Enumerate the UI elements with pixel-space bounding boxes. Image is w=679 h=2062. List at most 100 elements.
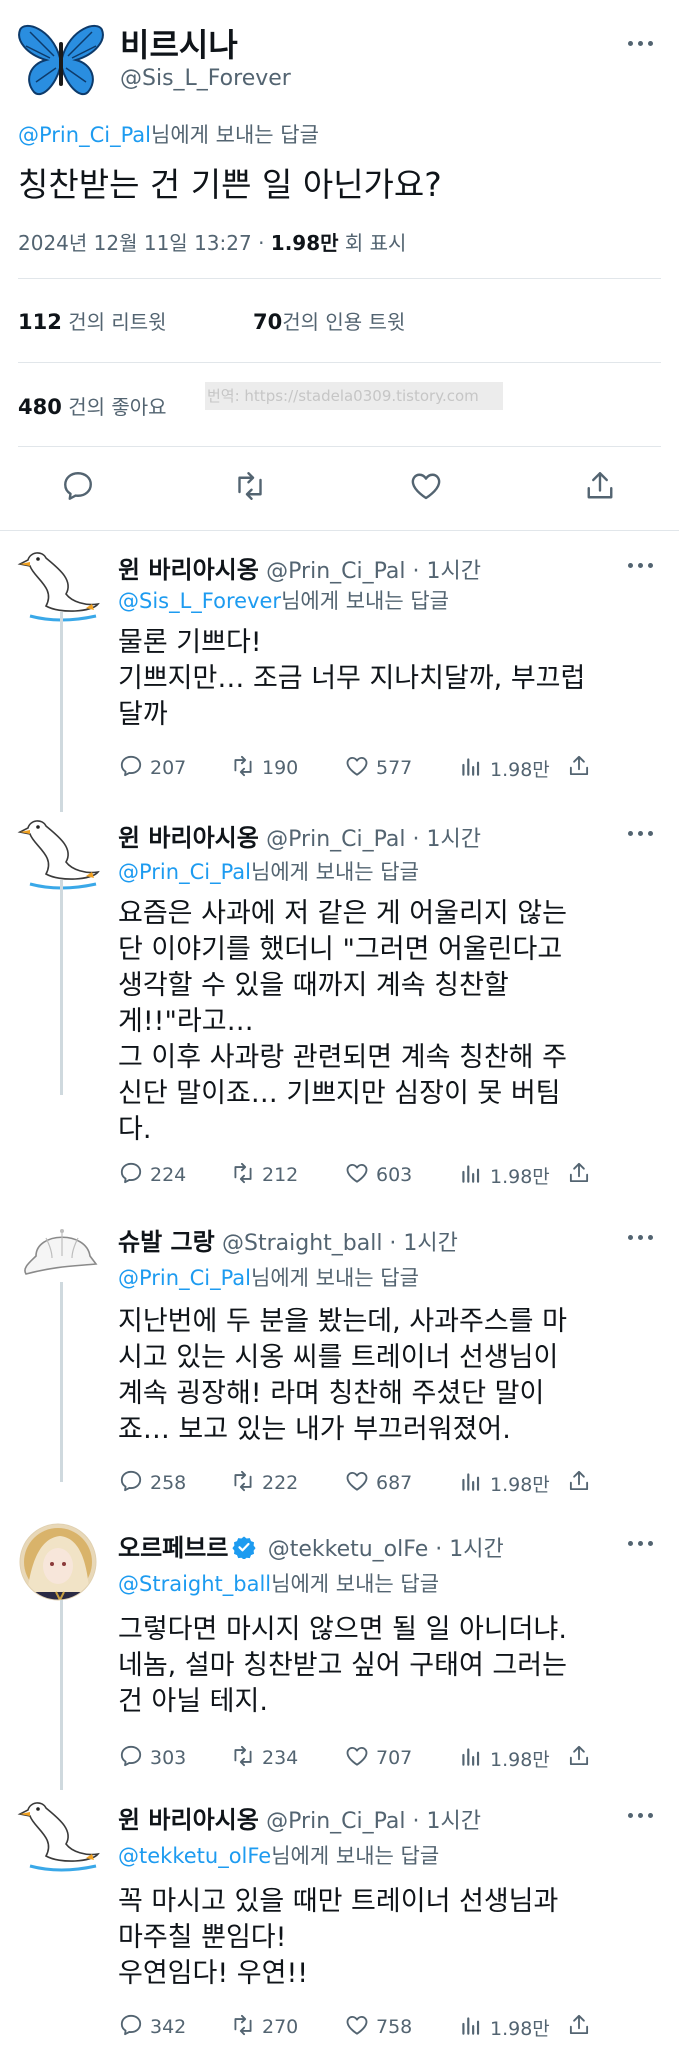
views-count: 1.98만	[490, 758, 550, 781]
retweet-icon	[230, 1160, 256, 1191]
share-button[interactable]	[566, 1160, 592, 1190]
views-button[interactable]: 1.98만	[458, 1160, 550, 1190]
retweets-count: 112	[18, 310, 62, 334]
views-icon	[458, 1468, 484, 1499]
reply-to-handle[interactable]: @Straight_ball	[118, 1572, 271, 1596]
reply-author-handle[interactable]: @tekketu_olFe	[268, 1537, 429, 1562]
share-icon	[566, 1160, 592, 1191]
heart-icon	[344, 1160, 370, 1191]
like-button[interactable]: 577	[344, 753, 412, 783]
likes-stat[interactable]: 480 건의 좋아요	[18, 391, 167, 420]
reply-header: 윈 바리아시옹 @Prin_Ci_Pal · 1시간	[118, 818, 481, 853]
reply-header: 오르페브르 @tekketu_olFe · 1시간	[118, 1528, 504, 1565]
reply-button[interactable]: 303	[118, 1743, 186, 1773]
like-button[interactable]: 707	[344, 1743, 412, 1773]
views-count: 1.98만	[490, 1748, 550, 1771]
reply-to-suffix: 님에게 보내는 답글	[151, 123, 319, 147]
retweet-button[interactable]: 190	[230, 753, 298, 783]
reply-to-handle[interactable]: @tekketu_olFe	[118, 1844, 271, 1868]
reply-text: 그렇다면 마시지 않으면 될 일 아니더냐. 네놈, 설마 칭찬받고 싶어 구태…	[118, 1614, 567, 1717]
views-count: 1.98만	[490, 1165, 550, 1188]
retweet-icon	[230, 753, 256, 784]
like-button[interactable]: 758	[344, 2012, 412, 2042]
more-icon[interactable]	[628, 1232, 654, 1242]
reply-author-handle[interactable]: @Prin_Ci_Pal	[266, 1809, 405, 1834]
reply-button[interactable]: 258	[118, 1468, 186, 1498]
reply-header: 슈발 그랑 @Straight_ball · 1시간	[118, 1222, 458, 1257]
retweet-icon[interactable]	[232, 468, 268, 504]
reply-to-handle[interactable]: @Prin_Ci_Pal	[118, 1266, 251, 1290]
more-icon[interactable]	[628, 1810, 654, 1820]
reply-button[interactable]: 207	[118, 753, 186, 783]
reply-time[interactable]: · 1시간	[405, 559, 480, 584]
reply-time[interactable]: · 1시간	[382, 1231, 457, 1256]
reply-count: 303	[150, 1747, 187, 1769]
views-button[interactable]: 1.98만	[458, 2012, 550, 2042]
reply-author-handle[interactable]: @Prin_Ci_Pal	[266, 559, 405, 584]
heart-icon	[344, 2012, 370, 2043]
reply-author-name[interactable]: 윈 바리아시옹	[118, 556, 259, 584]
retweet-button[interactable]: 212	[230, 1160, 298, 1190]
share-icon	[566, 753, 592, 784]
author-handle[interactable]: @Sis_L_Forever	[120, 66, 291, 91]
share-button[interactable]	[566, 2012, 592, 2042]
more-icon[interactable]	[628, 38, 654, 48]
reply-to-line: @Straight_ball님에게 보내는 답글	[118, 1568, 439, 1598]
like-button[interactable]: 603	[344, 1160, 412, 1190]
author-name[interactable]: 비르시나	[120, 20, 238, 66]
thread-line	[60, 880, 63, 1095]
heart-icon[interactable]	[408, 468, 444, 504]
reply-icon[interactable]	[60, 468, 96, 504]
reply-to-handle[interactable]: @Prin_Ci_Pal	[118, 860, 251, 884]
views-button[interactable]: 1.98만	[458, 753, 550, 783]
reply-count: 207	[150, 757, 187, 779]
reply-to-line: @Prin_Ci_Pal님에게 보내는 답글	[18, 119, 319, 149]
retweet-button[interactable]: 222	[230, 1468, 298, 1498]
reply-time[interactable]: · 1시간	[428, 1537, 503, 1562]
more-icon[interactable]	[628, 560, 654, 570]
retweets-label: 건의 리트윗	[61, 310, 167, 334]
more-icon[interactable]	[628, 1538, 654, 1548]
more-icon[interactable]	[628, 828, 654, 838]
reply-to-handle[interactable]: @Sis_L_Forever	[118, 589, 281, 613]
reply-time[interactable]: · 1시간	[405, 827, 480, 852]
reply-to-line: @Prin_Ci_Pal님에게 보내는 답글	[118, 1262, 419, 1292]
views-count: 1.98만	[270, 231, 339, 255]
share-button[interactable]	[566, 1468, 592, 1498]
share-button[interactable]	[566, 1743, 592, 1773]
like-button[interactable]: 687	[344, 1468, 412, 1498]
reply-time[interactable]: · 1시간	[405, 1809, 480, 1834]
reply-button[interactable]: 224	[118, 1160, 186, 1190]
butterfly-avatar[interactable]	[16, 18, 106, 100]
share-button[interactable]	[566, 753, 592, 783]
retweet-icon	[230, 2012, 256, 2043]
reply-actions: 303 234 707 1.98만	[118, 1743, 598, 1773]
retweet-count: 222	[262, 1472, 299, 1494]
tweet-text: 칭찬받는 건 기쁜 일 아닌가요?	[18, 165, 442, 204]
retweet-count: 234	[262, 1747, 299, 1769]
avatar[interactable]	[16, 1522, 106, 1602]
reply-button[interactable]: 342	[118, 2012, 186, 2042]
reply-author-name[interactable]: 윈 바리아시옹	[118, 1806, 259, 1834]
reply-count: 224	[150, 1164, 187, 1186]
views-label: 회 표시	[338, 231, 407, 255]
timestamp[interactable]: 2024년 12월 11일 13:27 ·	[18, 231, 271, 255]
reply-text: 꼭 마시고 있을 때만 트레이너 선생님과 마주칠 뿐임다! 우연임다! 우연!…	[118, 1886, 559, 1989]
share-icon[interactable]	[582, 468, 618, 504]
quotes-stat[interactable]: 70건의 인용 트윗	[253, 306, 405, 335]
reply-author-handle[interactable]: @Straight_ball	[222, 1231, 382, 1256]
views-button[interactable]: 1.98만	[458, 1743, 550, 1773]
views-button[interactable]: 1.98만	[458, 1468, 550, 1498]
reply-icon	[118, 1468, 144, 1499]
reply-author-handle[interactable]: @Prin_Ci_Pal	[266, 827, 405, 852]
reply-author-name[interactable]: 슈발 그랑	[118, 1228, 215, 1256]
retweets-stat[interactable]: 112 건의 리트윗	[18, 306, 167, 335]
retweet-button[interactable]: 234	[230, 1743, 298, 1773]
reply-author-name[interactable]: 오르페브르	[118, 1534, 228, 1562]
thread-line	[60, 1282, 63, 1482]
avatar[interactable]	[16, 1794, 106, 1874]
reply-to-handle[interactable]: @Prin_Ci_Pal	[18, 123, 151, 147]
retweet-button[interactable]: 270	[230, 2012, 298, 2042]
reply-author-name[interactable]: 윈 바리아시옹	[118, 824, 259, 852]
like-count: 687	[376, 1472, 413, 1494]
